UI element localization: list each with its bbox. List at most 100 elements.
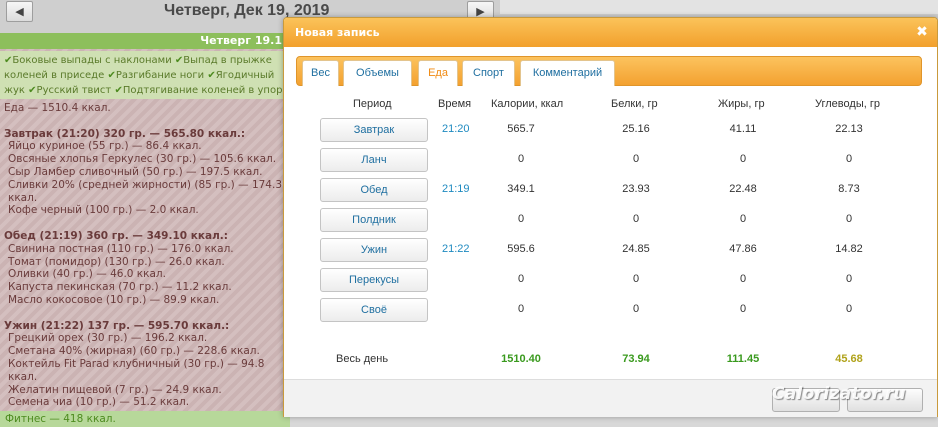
- checkmark-icon: ✔: [28, 85, 37, 96]
- carbs-cell: 8.73: [838, 183, 860, 195]
- period-button[interactable]: Перекусы: [320, 268, 428, 292]
- meal-time[interactable]: 21:20: [442, 123, 470, 135]
- activity-label: Выпад в прыжке: [183, 55, 272, 66]
- fat-cell: 0: [739, 273, 747, 285]
- column-header-carbs: Углеводы, гр: [815, 98, 880, 110]
- column-header-protein: Белки, гр: [611, 98, 658, 110]
- checkmark-icon: ✔: [207, 70, 216, 81]
- tab-bar: Вес Объемы Еда Спорт Комментарий: [296, 56, 922, 87]
- activity-item: ✔Разгибание ноги: [107, 70, 204, 81]
- period-button[interactable]: Полдник: [320, 208, 428, 232]
- carbs-cell: 14.82: [835, 243, 863, 255]
- protein-cell: 23.93: [622, 183, 650, 195]
- column-header-time: Время: [438, 98, 472, 110]
- header-strip: [500, 0, 938, 14]
- tab-comment[interactable]: Комментарий: [520, 60, 615, 86]
- meal-item: Коктейль Fit Parad клубничный (30 гр.) —…: [8, 357, 265, 383]
- total-label: Весь день: [336, 353, 389, 365]
- activity-list: ✔Боковые выпады с наклонами ✔Выпад в пры…: [0, 51, 290, 99]
- meal-title: Ужин (21:22) 137 гр. — 595.70 ккал.:: [4, 319, 230, 332]
- day-panel: Четверг 19.1 ✔ Боковые выпады с наклонами…: [0, 33, 290, 427]
- tab-weight[interactable]: Вес: [302, 60, 339, 86]
- prev-day-button[interactable]: ◀: [6, 1, 33, 22]
- fat-cell: 22.48: [729, 183, 757, 195]
- activity-label: коленей в приседе: [4, 70, 105, 81]
- meal-item: Желатин пищевой (7 гр.) — 24.9 ккал.: [8, 383, 222, 396]
- fat-cell: 47.86: [729, 243, 757, 255]
- food-log: Еда — 1510.4 ккал. Завтрак (21:20) 320 г…: [4, 102, 290, 409]
- activity-item: ✔Русский твист: [28, 85, 111, 96]
- kcal-cell: 595.6: [507, 243, 535, 255]
- fat-cell: 0: [739, 213, 747, 225]
- column-header-fat: Жиры, гр: [718, 98, 765, 110]
- meal-time[interactable]: 21:22: [442, 243, 470, 255]
- arrow-left-icon: ◀: [15, 5, 24, 18]
- activity-label: Разгибание ноги: [115, 70, 205, 81]
- checkmark-icon: ✔: [114, 85, 123, 96]
- protein-cell: 0: [632, 273, 640, 285]
- table-row: Перекусы 0 0 0 0: [296, 268, 922, 294]
- period-button[interactable]: Своё: [320, 298, 428, 322]
- activity-label: Боковые выпады с наклонами: [12, 55, 172, 66]
- table-row: Завтрак 21:20 565.7 25.16 41.11 22.13: [296, 118, 922, 144]
- kcal-cell: 0: [517, 153, 525, 165]
- total-protein: 73.94: [622, 353, 650, 365]
- activity-item: ✔Выпад в прыжке: [175, 55, 272, 66]
- day-header: Четверг 19.1: [0, 33, 290, 49]
- tab-sport[interactable]: Спорт: [462, 60, 515, 86]
- table-row: Ланч 0 0 0 0: [296, 148, 922, 174]
- food-total: Еда — 1510.4 ккал.: [4, 102, 111, 114]
- tab-food[interactable]: Еда: [418, 60, 458, 87]
- carbs-cell: 0: [845, 153, 853, 165]
- kcal-cell: 0: [517, 213, 525, 225]
- dialog-title: Новая запись: [295, 26, 380, 39]
- meal-item: Сливки 20% (средней жирности) (85 гр.) —…: [8, 178, 283, 204]
- meal-item: Оливки (40 гр.) — 46.0 ккал.: [8, 268, 166, 281]
- fat-cell: 0: [739, 153, 747, 165]
- meal-item: Масло кокосовое (10 гр.) — 89.9 ккал.: [8, 293, 220, 306]
- carbs-cell: 22.13: [835, 123, 863, 135]
- close-icon[interactable]: ✖: [915, 25, 929, 39]
- total-row: Весь день 1510.40 73.94 111.45 45.68: [296, 348, 922, 374]
- fat-cell: 41.11: [729, 123, 757, 135]
- protein-cell: 0: [632, 153, 640, 165]
- kcal-cell: 0: [517, 273, 525, 285]
- table-row: Своё 0 0 0 0: [296, 298, 922, 324]
- activity-label: Подтягивание коленей в упор: [122, 85, 283, 96]
- activity-item: коленей в приседе: [4, 70, 104, 81]
- fat-cell: 0: [739, 303, 747, 315]
- period-button[interactable]: Обед: [320, 178, 428, 202]
- activity-item: жук: [4, 85, 25, 96]
- checkmark-icon: ✔: [107, 70, 116, 81]
- period-button[interactable]: Ланч: [320, 148, 428, 172]
- kcal-cell: 349.1: [507, 183, 535, 195]
- carbs-cell: 0: [845, 213, 853, 225]
- watermark: Calorizator.ru: [772, 384, 906, 404]
- meal-item: Грецкий орех (30 гр.) — 196.2 ккал.: [8, 332, 208, 345]
- meal-item: Капуста пекинская (70 гр.) — 11.2 ккал.: [8, 281, 232, 294]
- column-header-kcal: Калории, ккал: [491, 98, 564, 110]
- meal-item: Семена чиа (10 гр.) — 51.2 ккал.: [8, 396, 190, 409]
- meal-item: Яйцо куриное (55 гр.) — 86.4 ккал.: [8, 140, 202, 153]
- kcal-cell: 0: [517, 303, 525, 315]
- meal-item: Свинина постная (110 гр.) — 176.0 ккал.: [8, 242, 234, 255]
- activity-item: ✔Ягодичный: [207, 70, 274, 81]
- meal-item: Сыр Ламбер сливочный (50 гр.) — 197.5 кк…: [8, 165, 263, 178]
- kcal-cell: 565.7: [507, 123, 535, 135]
- tab-volumes[interactable]: Объемы: [343, 60, 412, 86]
- activity-item: ✔Подтягивание коленей в упор: [114, 85, 282, 96]
- total-kcal: 1510.40: [501, 353, 541, 365]
- meal-item: Овсяные хлопья Геркулес (30 гр.) — 105.6…: [8, 153, 277, 166]
- activity-label: Ягодичный: [215, 70, 275, 81]
- meal-title: Завтрак (21:20) 320 гр. — 565.80 ккал.:: [4, 127, 246, 140]
- total-carbs: 45.68: [835, 353, 863, 365]
- meal-item: Кофе черный (100 гр.) — 2.0 ккал.: [8, 204, 199, 217]
- meal-time[interactable]: 21:19: [442, 183, 470, 195]
- meal-item: Сметана 40% (жирная) (60 гр.) — 228.6 кк…: [8, 345, 260, 358]
- period-button[interactable]: Ужин: [320, 238, 428, 262]
- period-button[interactable]: Завтрак: [320, 118, 428, 142]
- total-fat: 111.45: [726, 353, 760, 365]
- new-entry-dialog: Новая запись ✖ Вес Объемы Еда Спорт Комм…: [283, 17, 938, 417]
